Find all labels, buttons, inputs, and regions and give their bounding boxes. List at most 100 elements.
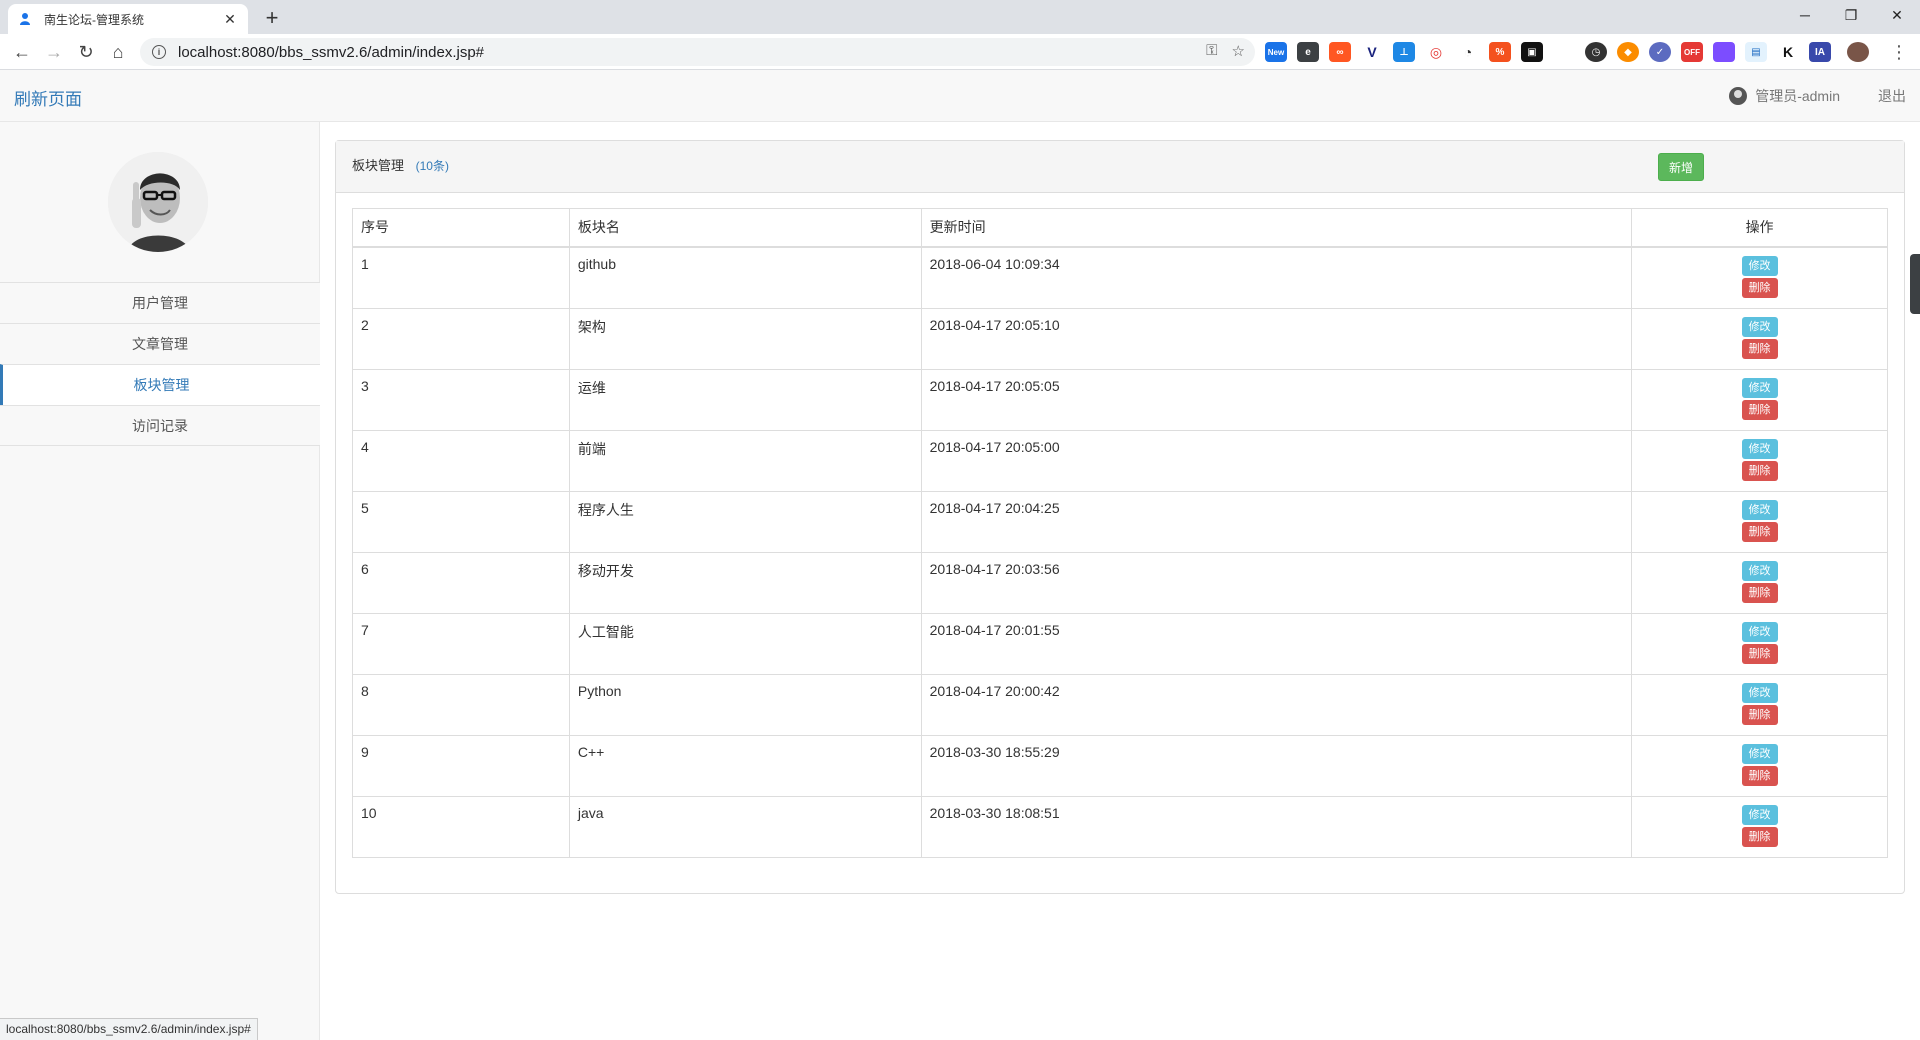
column-header-index: 序号 (352, 208, 570, 248)
back-arrow-icon[interactable]: ← (10, 40, 34, 64)
address-bar[interactable]: i localhost:8080/bbs_ssmv2.6/admin/index… (140, 38, 1255, 66)
side-panel-handle[interactable] (1910, 254, 1920, 314)
browser-menu-icon[interactable]: ⋮ (1890, 42, 1908, 63)
sidebar: 用户管理 文章管理 板块管理 访问记录 (0, 122, 320, 1040)
column-header-name: 板块名 (568, 208, 922, 248)
cell-name: Python (568, 673, 922, 736)
cell-index: 8 (352, 673, 570, 736)
sidebar-item-boards[interactable]: 板块管理 (0, 364, 320, 405)
extension-square-icon[interactable]: ▣ (1521, 42, 1543, 62)
forward-arrow-icon[interactable]: → (42, 40, 66, 64)
restore-icon[interactable]: ❐ (1828, 0, 1874, 30)
delete-button[interactable]: 删除 (1741, 765, 1778, 786)
delete-button[interactable]: 删除 (1741, 460, 1778, 481)
edit-button[interactable]: 修改 (1741, 743, 1778, 764)
edit-button[interactable]: 修改 (1741, 682, 1778, 703)
extension-clock-icon[interactable]: ◷ (1585, 42, 1607, 62)
extension-shield-icon[interactable]: ◆ (1617, 42, 1639, 62)
sidebar-menu: 用户管理 文章管理 板块管理 访问记录 (0, 282, 320, 446)
reload-icon[interactable]: ↻ (74, 40, 98, 64)
extension-check-icon[interactable]: ✓ (1649, 42, 1671, 62)
logout-link[interactable]: 退出 (1878, 86, 1906, 106)
cell-ops: 修改 删除 (1631, 368, 1888, 431)
new-tab-button[interactable]: + (258, 5, 286, 31)
cell-updated: 2018-06-04 10:09:34 (920, 246, 1633, 309)
user-label: 管理员-admin (1755, 88, 1840, 104)
extension-k-icon[interactable]: K (1777, 42, 1799, 62)
delete-button[interactable]: 删除 (1741, 643, 1778, 664)
cell-ops: 修改 删除 (1631, 490, 1888, 553)
extension-percent-icon[interactable]: % (1489, 42, 1511, 62)
edit-button[interactable]: 修改 (1741, 377, 1778, 398)
extension-new-icon[interactable]: New (1265, 42, 1287, 62)
table-row: 4 前端 2018-04-17 20:05:00 修改 删除 (352, 429, 1888, 492)
edit-button[interactable]: 修改 (1741, 560, 1778, 581)
edit-button[interactable]: 修改 (1741, 621, 1778, 642)
cell-index: 10 (352, 795, 570, 858)
cell-updated: 2018-04-17 20:04:25 (920, 490, 1633, 553)
status-bar-url: localhost:8080/bbs_ssmv2.6/admin/index.j… (0, 1018, 258, 1040)
home-icon[interactable]: ⌂ (106, 40, 130, 64)
cell-ops: 修改 删除 (1631, 612, 1888, 675)
person-icon (18, 11, 34, 27)
star-icon[interactable]: ☆ (1232, 42, 1245, 60)
cell-name: 前端 (568, 429, 922, 492)
cell-index: 2 (352, 307, 570, 370)
delete-button[interactable]: 删除 (1741, 399, 1778, 420)
tab-close-icon[interactable]: ✕ (222, 11, 238, 28)
cell-name: 移动开发 (568, 551, 922, 614)
cell-ops: 修改 删除 (1631, 551, 1888, 614)
cell-index: 6 (352, 551, 570, 614)
edit-button[interactable]: 修改 (1741, 804, 1778, 825)
minimize-icon[interactable]: ─ (1782, 0, 1828, 30)
extension-stamp-icon[interactable]: ⊥ (1393, 42, 1415, 62)
table-row: 9 C++ 2018-03-30 18:55:29 修改 删除 (352, 734, 1888, 797)
delete-button[interactable]: 删除 (1741, 521, 1778, 542)
info-icon[interactable]: i (152, 45, 166, 59)
extension-gradient-icon[interactable] (1713, 42, 1735, 62)
cell-name: java (568, 795, 922, 858)
delete-button[interactable]: 删除 (1741, 826, 1778, 847)
browser-tabstrip: 南生论坛-管理系统 ✕ + ─ ❐ ✕ (0, 0, 1920, 34)
edit-button[interactable]: 修改 (1741, 316, 1778, 337)
url-text[interactable]: localhost:8080/bbs_ssmv2.6/admin/index.j… (178, 44, 484, 61)
sidebar-item-articles[interactable]: 文章管理 (0, 323, 320, 364)
extension-ia-icon[interactable]: IA (1809, 42, 1831, 62)
panel-heading: 板块管理 (10条) 新增 (336, 141, 1904, 193)
edit-button[interactable]: 修改 (1741, 438, 1778, 459)
extension-infinity-icon[interactable]: ∞ (1329, 42, 1351, 62)
window-close-icon[interactable]: ✕ (1874, 0, 1920, 30)
delete-button[interactable]: 删除 (1741, 582, 1778, 603)
browser-tab-active[interactable]: 南生论坛-管理系统 ✕ (8, 4, 248, 34)
extension-gauge-icon[interactable]: ◔ (1457, 42, 1479, 62)
key-icon[interactable]: ⚿ (1206, 42, 1217, 60)
column-header-ops: 操作 (1631, 208, 1888, 248)
cell-updated: 2018-04-17 20:05:10 (920, 307, 1633, 370)
board-table: 序号 板块名 更新时间 操作 1 github 2018-06-04 10:09… (352, 208, 1888, 858)
refresh-page-link[interactable]: 刷新页面 (14, 85, 82, 110)
table-row: 2 架构 2018-04-17 20:05:10 修改 删除 (352, 307, 1888, 370)
extension-off-icon[interactable]: OFF (1681, 42, 1703, 62)
current-user[interactable]: 管理员-admin (1729, 86, 1840, 106)
cell-updated: 2018-04-17 20:00:42 (920, 673, 1633, 736)
column-header-updated: 更新时间 (920, 208, 1633, 248)
extension-target-icon[interactable]: ◎ (1425, 42, 1447, 62)
edit-button[interactable]: 修改 (1741, 255, 1778, 276)
extension-v-icon[interactable]: V (1361, 42, 1383, 62)
extension-doc-icon[interactable]: ▤ (1745, 42, 1767, 62)
app-header: 刷新页面 管理员-admin 退出 (0, 70, 1920, 122)
sidebar-item-users[interactable]: 用户管理 (0, 282, 320, 323)
sidebar-item-visit-log[interactable]: 访问记录 (0, 405, 320, 446)
table-row: 10 java 2018-03-30 18:08:51 修改 删除 (352, 795, 1888, 858)
delete-button[interactable]: 删除 (1741, 704, 1778, 725)
add-board-button[interactable]: 新增 (1658, 153, 1704, 181)
extension-e-icon[interactable]: e (1297, 42, 1319, 62)
delete-button[interactable]: 删除 (1741, 277, 1778, 298)
user-avatar-icon (1729, 87, 1748, 105)
cell-index: 7 (352, 612, 570, 675)
cell-name: 架构 (568, 307, 922, 370)
delete-button[interactable]: 删除 (1741, 338, 1778, 359)
edit-button[interactable]: 修改 (1741, 499, 1778, 520)
admin-avatar-image (108, 152, 208, 252)
profile-avatar-icon[interactable] (1847, 42, 1869, 62)
